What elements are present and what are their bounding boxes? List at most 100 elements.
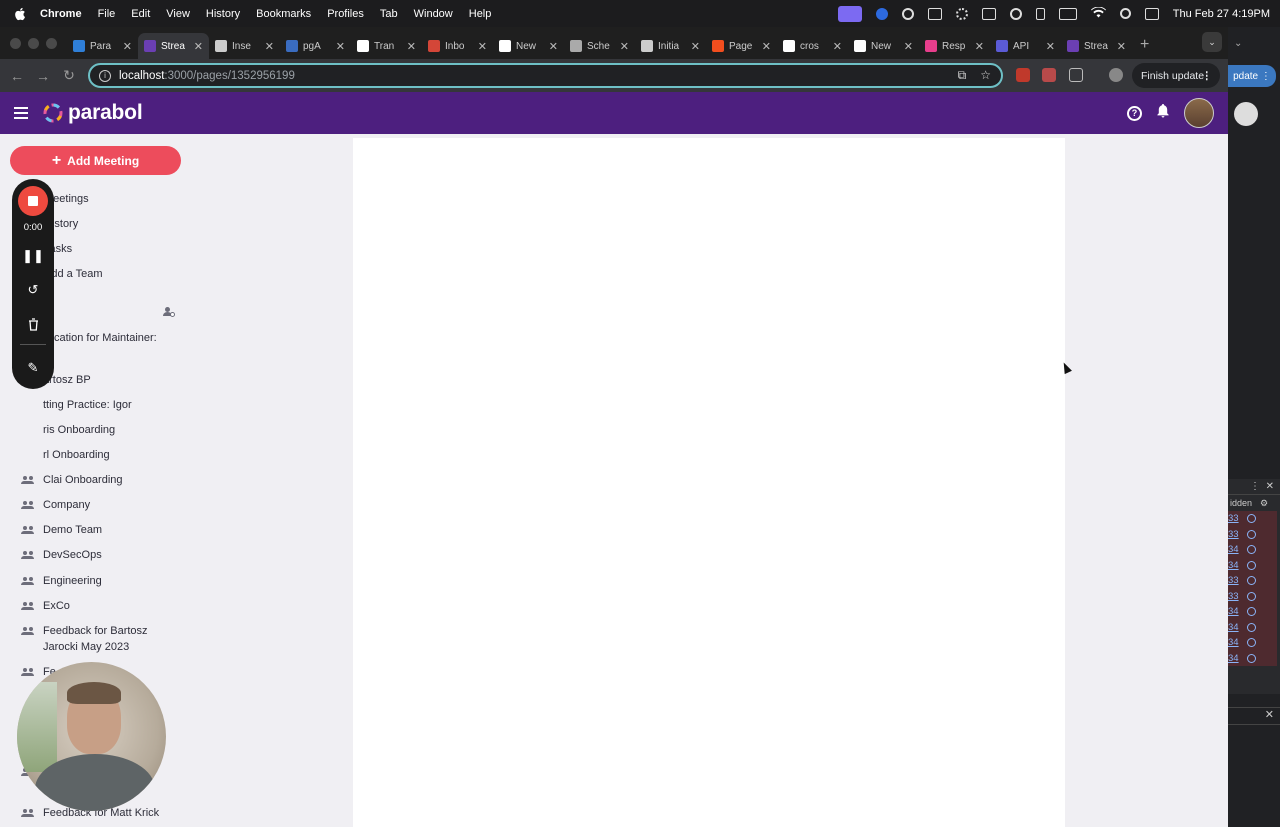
browser-tab[interactable]: New ✕ bbox=[848, 33, 919, 59]
console-line-link[interactable]: 33 bbox=[1228, 591, 1239, 602]
sidebar-team-item[interactable]: Clai Onboarding bbox=[21, 472, 123, 488]
tab-close-icon[interactable]: ✕ bbox=[478, 40, 487, 53]
tab-close-icon[interactable]: ✕ bbox=[904, 40, 913, 53]
sidebar-team-item[interactable]: tting Practice: Igor bbox=[21, 397, 132, 413]
sidebar-team-item[interactable]: Feedback for Bartosz bbox=[21, 623, 148, 639]
console-row[interactable]: 34 bbox=[1228, 557, 1277, 573]
menu-edit[interactable]: Edit bbox=[123, 8, 158, 20]
browser-tab[interactable]: Initia ✕ bbox=[635, 33, 706, 59]
sidebar-team-item[interactable]: Demo Team bbox=[21, 522, 102, 538]
tab-close-icon[interactable]: ✕ bbox=[833, 40, 842, 53]
browser-tab[interactable]: Inbo ✕ bbox=[422, 33, 493, 59]
add-team-member-icon[interactable] bbox=[163, 305, 175, 317]
reload-icon[interactable]: ↻ bbox=[56, 67, 82, 84]
hamburger-menu-icon[interactable] bbox=[14, 107, 28, 119]
secondary-avatar[interactable] bbox=[1234, 102, 1258, 126]
tab-close-icon[interactable]: ✕ bbox=[194, 40, 203, 53]
new-tab-button[interactable]: + bbox=[1140, 36, 1149, 54]
console-row[interactable]: 34 bbox=[1228, 650, 1277, 666]
display-icon[interactable] bbox=[981, 7, 996, 20]
control-center-icon[interactable] bbox=[1144, 7, 1159, 20]
sidebar-team-item[interactable]: Company bbox=[21, 497, 90, 513]
minimize-window-button[interactable] bbox=[28, 37, 39, 49]
menu-history[interactable]: History bbox=[198, 8, 248, 20]
console-line-link[interactable]: 34 bbox=[1228, 637, 1239, 648]
bookmark-star-icon[interactable]: ☆ bbox=[980, 68, 991, 83]
menu-profiles[interactable]: Profiles bbox=[319, 8, 372, 20]
browser-tab[interactable]: Strea ✕ bbox=[138, 33, 209, 59]
browser-tab[interactable]: Strea ✕ bbox=[1061, 33, 1132, 59]
finish-update-button[interactable]: Finish update ⋮ bbox=[1132, 63, 1220, 88]
help-icon[interactable]: ? bbox=[1127, 105, 1142, 121]
battery-icon[interactable] bbox=[1058, 7, 1077, 20]
forward-icon[interactable]: → bbox=[30, 68, 56, 84]
zoom-window-button[interactable] bbox=[46, 37, 57, 49]
tab-close-icon[interactable]: ✕ bbox=[1046, 40, 1055, 53]
tab-close-icon[interactable]: ✕ bbox=[123, 40, 132, 53]
tab-close-icon[interactable]: ✕ bbox=[691, 40, 700, 53]
screen-share-icon[interactable] bbox=[837, 5, 862, 22]
stop-recording-button[interactable] bbox=[18, 186, 48, 216]
chevron-down-icon[interactable]: ⌄ bbox=[1234, 38, 1242, 49]
drawer-close-icon[interactable]: ✕ bbox=[1265, 709, 1274, 721]
pause-icon[interactable]: ❚❚ bbox=[22, 245, 44, 267]
menu-tab[interactable]: Tab bbox=[372, 8, 406, 20]
install-app-icon[interactable]: ⧉ bbox=[958, 68, 967, 83]
pencil-icon[interactable]: ✎ bbox=[22, 357, 44, 379]
browser-tab[interactable]: Sche ✕ bbox=[564, 33, 635, 59]
wifi-icon[interactable] bbox=[1090, 6, 1106, 21]
back-icon[interactable]: ← bbox=[4, 68, 30, 84]
console-row[interactable]: 34 bbox=[1228, 542, 1277, 558]
menu-bookmarks[interactable]: Bookmarks bbox=[248, 8, 319, 20]
close-window-button[interactable] bbox=[10, 37, 21, 49]
sidebar-team-item[interactable]: Jarocki May 2023 bbox=[21, 639, 129, 655]
console-line-link[interactable]: 34 bbox=[1228, 606, 1239, 617]
tab-close-icon[interactable]: ✕ bbox=[549, 40, 558, 53]
console-row[interactable]: 34 bbox=[1228, 635, 1277, 651]
console-row[interactable]: 34 bbox=[1228, 619, 1277, 635]
user-avatar[interactable] bbox=[1184, 98, 1214, 128]
spotlight-search-icon[interactable] bbox=[1119, 8, 1131, 19]
browser-tab[interactable]: cros ✕ bbox=[777, 33, 848, 59]
sidebar-team-item[interactable]: DevSecOps bbox=[21, 547, 102, 563]
browser-tab[interactable]: Resp ✕ bbox=[919, 33, 990, 59]
weather-icon[interactable] bbox=[927, 7, 942, 20]
devtools-menu-icon[interactable]: ⋮ bbox=[1250, 481, 1260, 492]
apple-menu-icon[interactable] bbox=[14, 7, 26, 20]
menu-view[interactable]: View bbox=[158, 8, 198, 20]
tab-close-icon[interactable]: ✕ bbox=[336, 40, 345, 53]
menu-help[interactable]: Help bbox=[461, 8, 500, 20]
brightness-icon[interactable] bbox=[955, 7, 968, 20]
tab-close-icon[interactable]: ✕ bbox=[407, 40, 416, 53]
clipboard-icon[interactable] bbox=[1035, 7, 1045, 20]
menu-window[interactable]: Window bbox=[406, 8, 461, 20]
console-row[interactable]: 33 bbox=[1228, 573, 1277, 589]
console-line-link[interactable]: 34 bbox=[1228, 560, 1239, 571]
tab-close-icon[interactable]: ✕ bbox=[762, 40, 771, 53]
site-info-icon[interactable]: i bbox=[99, 69, 111, 82]
devtools-close-icon[interactable]: ✕ bbox=[1266, 481, 1274, 492]
console-line-link[interactable]: 34 bbox=[1228, 653, 1239, 664]
extensions-puzzle-icon[interactable] bbox=[1069, 68, 1083, 82]
browser-tab[interactable]: Tran ✕ bbox=[351, 33, 422, 59]
browser-tab[interactable]: Inse ✕ bbox=[209, 33, 280, 59]
sidebar-team-item[interactable]: rl Onboarding bbox=[21, 447, 110, 463]
parabol-logo[interactable]: parabol bbox=[42, 101, 143, 125]
browser-tab[interactable]: Page ✕ bbox=[706, 33, 777, 59]
zoom-icon[interactable] bbox=[875, 7, 888, 20]
restart-icon[interactable]: ↺ bbox=[22, 279, 44, 301]
record-icon[interactable] bbox=[901, 7, 914, 20]
browser-tab[interactable]: pgA ✕ bbox=[280, 33, 351, 59]
trash-icon[interactable] bbox=[22, 313, 44, 335]
console-row[interactable]: 33 bbox=[1228, 526, 1277, 542]
chrome-menu-icon[interactable]: ⋮ bbox=[1202, 70, 1213, 82]
devtools-gear-icon[interactable]: ⚙ bbox=[1260, 498, 1268, 509]
browser-tab[interactable]: API ✕ bbox=[990, 33, 1061, 59]
menu-file[interactable]: File bbox=[90, 8, 124, 20]
console-line-link[interactable]: 33 bbox=[1228, 513, 1239, 524]
console-row[interactable]: 34 bbox=[1228, 604, 1277, 620]
console-line-link[interactable]: 33 bbox=[1228, 529, 1239, 540]
tab-close-icon[interactable]: ✕ bbox=[1117, 40, 1126, 53]
menu-app-name[interactable]: Chrome bbox=[32, 8, 90, 20]
menubar-clock[interactable]: Thu Feb 27 4:19PM bbox=[1173, 8, 1270, 20]
